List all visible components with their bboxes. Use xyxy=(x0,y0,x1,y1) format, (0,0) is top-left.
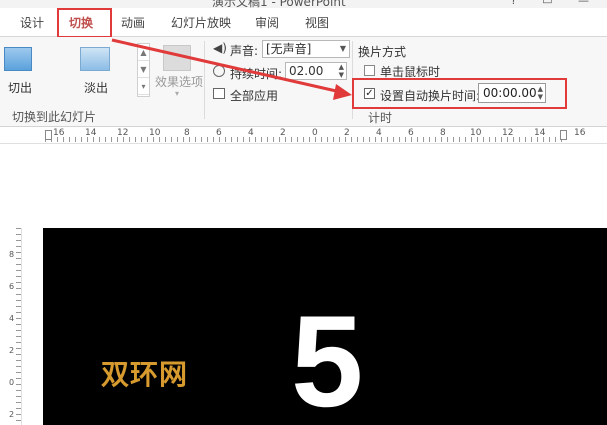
sound-select[interactable]: [无声音] ▼ xyxy=(262,40,350,58)
effect-options-icon xyxy=(163,45,191,71)
ruler-label: 0 xyxy=(9,378,15,387)
transition-fade-icon[interactable] xyxy=(80,47,110,71)
ruler-label: 10 xyxy=(149,128,161,138)
duration-label: 持续时间: xyxy=(230,67,283,81)
transition-fade-label[interactable]: 淡出 xyxy=(84,79,108,96)
ruler-label: 16 xyxy=(53,128,65,138)
effect-options-label: 效果选项 xyxy=(155,75,204,89)
duration-input[interactable]: 02.00 ▲ ▼ xyxy=(285,62,347,80)
ruler-label: 2 xyxy=(9,346,15,355)
sound-value: [无声音] xyxy=(266,42,312,56)
minimize-icon[interactable]: — xyxy=(578,0,589,7)
ruler-indent-marker[interactable] xyxy=(45,130,52,140)
ruler-label: 2 xyxy=(344,128,350,138)
ruler-label: 12 xyxy=(502,128,514,138)
window-controls: ? ▭ — xyxy=(489,0,589,7)
chevron-down-icon[interactable]: ▼ xyxy=(340,41,346,57)
group-divider xyxy=(204,41,205,119)
apply-all-button[interactable]: 全部应用 xyxy=(230,87,278,104)
ruler-label: 8 xyxy=(440,128,446,138)
on-mouse-click-checkbox[interactable] xyxy=(364,65,375,76)
restore-icon[interactable]: ▭ xyxy=(542,0,552,7)
transition-gallery-scroll[interactable]: ▲ ▼ ▾ xyxy=(137,43,150,97)
speaker-icon: ◀) xyxy=(213,41,227,55)
spinner-icon[interactable]: ▲ ▼ xyxy=(339,63,344,79)
tab-view[interactable]: 视图 xyxy=(305,14,329,31)
sound-label: 声音: xyxy=(230,44,259,58)
group-label-transition: 切换到此幻灯片 xyxy=(12,110,97,124)
ruler-label: 8 xyxy=(9,250,15,259)
ruler-label: 10 xyxy=(470,128,482,138)
tab-design[interactable]: 设计 xyxy=(20,14,44,31)
ruler-label: 14 xyxy=(85,128,97,138)
transition-cut-label[interactable]: 切出 xyxy=(8,79,32,96)
ruler-label: 16 xyxy=(574,128,586,138)
transition-cut-icon[interactable] xyxy=(4,47,32,71)
ruler-indent-marker[interactable] xyxy=(560,130,567,140)
annotation-box-auto-advance xyxy=(352,78,567,109)
window-title: 演示文稿1 - PowerPoint xyxy=(212,0,346,8)
vertical-ruler: 8 6 4 2 0 2 xyxy=(8,228,22,425)
ruler-label: 4 xyxy=(248,128,254,138)
ruler-label: 4 xyxy=(9,314,15,323)
horizontal-ruler: 16 14 12 10 8 6 4 2 0 2 4 6 8 10 12 14 1… xyxy=(0,127,607,144)
title-bar: 演示文稿1 - PowerPoint ? ▭ — xyxy=(0,0,607,8)
ruler-label: 6 xyxy=(216,128,222,138)
tab-slide-show[interactable]: 幻灯片放映 xyxy=(171,14,231,31)
ruler-label: 2 xyxy=(280,128,286,138)
duration-value: 02.00 xyxy=(289,64,324,78)
gallery-up-icon[interactable]: ▲ xyxy=(138,44,149,61)
annotation-box-tab xyxy=(57,8,112,38)
ruler-label: 8 xyxy=(184,128,190,138)
ruler-label: 6 xyxy=(408,128,414,138)
gallery-down-icon[interactable]: ▼ xyxy=(138,61,149,78)
apply-all-icon[interactable] xyxy=(213,88,225,99)
help-icon[interactable]: ? xyxy=(511,0,517,7)
clock-icon xyxy=(213,65,225,77)
slide-countdown-number[interactable]: 5 xyxy=(291,296,363,425)
chevron-down-icon: ▾ xyxy=(175,89,180,98)
tab-animations[interactable]: 动画 xyxy=(121,14,145,31)
tab-review[interactable]: 审阅 xyxy=(255,14,279,31)
ruler-label: 2 xyxy=(9,410,15,419)
gallery-more-icon[interactable]: ▾ xyxy=(138,78,149,95)
watermark-text: 双环网 xyxy=(101,358,189,391)
ruler-label: 6 xyxy=(9,282,15,291)
ruler-label: 0 xyxy=(312,128,318,138)
advance-slide-header: 换片方式 xyxy=(358,45,407,59)
ruler-label: 12 xyxy=(117,128,129,138)
ruler-label: 4 xyxy=(376,128,382,138)
group-label-timing: 计时 xyxy=(368,111,393,125)
ruler-label: 14 xyxy=(534,128,546,138)
ruler-ticks xyxy=(16,228,21,425)
